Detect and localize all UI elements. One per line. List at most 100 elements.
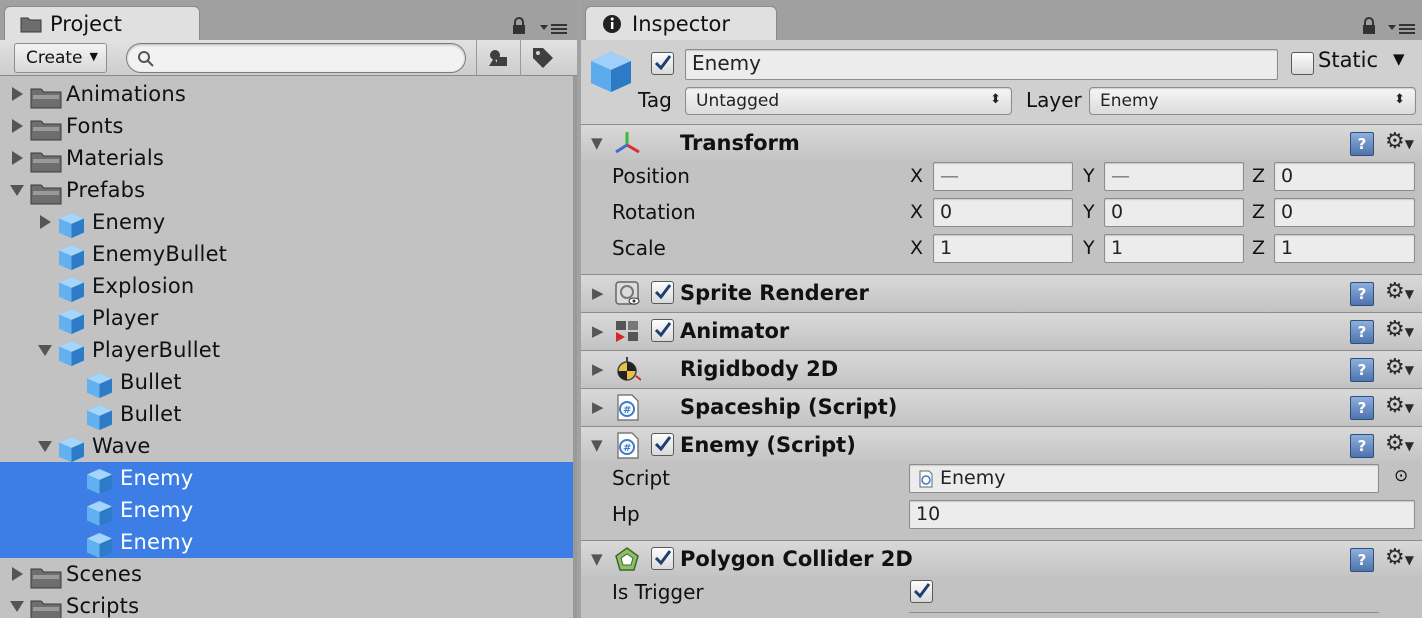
tree-item-explosion[interactable]: Explosion [0,270,573,302]
gear-icon[interactable]: ⚙▼ [1385,394,1414,420]
help-book-icon[interactable]: ? [1350,132,1374,156]
polygon-collider-enabled-checkbox[interactable] [651,547,674,570]
tree-item-label: Player [92,306,159,330]
tree-item-label: Animations [66,82,187,106]
tree-item-animations[interactable]: Animations [0,78,573,110]
help-book-icon[interactable]: ? [1350,434,1374,458]
expand-arrow-right-icon[interactable] [10,86,24,102]
script-object-field[interactable]: Enemy [909,464,1379,493]
expand-arrow-right-icon[interactable]: ▶ [592,275,604,311]
tree-item-fonts[interactable]: Fonts [0,110,573,142]
expand-arrow-right-icon[interactable]: ▶ [592,389,604,425]
create-button[interactable]: Create ▼ [14,43,107,73]
expand-arrow-right-icon[interactable]: ▶ [592,351,604,387]
tab-project[interactable]: Project [4,6,200,40]
animator-enabled-checkbox[interactable] [651,319,674,342]
tree-item-icon [58,240,85,272]
lock-icon[interactable] [1361,17,1377,35]
search-input[interactable] [126,43,466,73]
gear-icon[interactable]: ⚙▼ [1385,432,1414,458]
panel-menu-icon[interactable] [539,22,569,36]
tag-value: Untagged [696,91,780,111]
hp-input[interactable]: 10 [909,500,1415,529]
tree-item-player[interactable]: Player [0,302,573,334]
static-checkbox[interactable] [1291,52,1314,75]
help-book-icon[interactable]: ? [1350,396,1374,420]
transform-header[interactable]: ▼ Transform ? ⚙▼ [581,124,1422,160]
tag-icon [533,48,553,68]
active-checkbox[interactable] [651,52,674,75]
gear-icon[interactable]: ⚙▼ [1385,546,1414,572]
expand-arrow-right-icon[interactable] [10,118,24,134]
position-x-input[interactable]: — [933,162,1073,191]
sprite-renderer-enabled-checkbox[interactable] [651,281,674,304]
lock-icon[interactable] [511,17,527,35]
expand-arrow-right-icon[interactable] [38,214,52,230]
layer-dropdown[interactable]: Enemy ⬍ [1089,87,1416,115]
tag-dropdown[interactable]: Untagged ⬍ [685,87,1012,115]
rotation-x-input[interactable]: 0 [933,198,1073,227]
gear-icon[interactable]: ⚙▼ [1385,130,1414,156]
expand-arrow-down-icon[interactable]: ▼ [591,427,603,463]
gear-icon[interactable]: ⚙▼ [1385,356,1414,382]
gear-icon[interactable]: ⚙▼ [1385,280,1414,306]
scale-y-input[interactable]: 1 [1104,234,1244,263]
help-book-icon[interactable]: ? [1350,282,1374,306]
tree-item-enemy[interactable]: Enemy [0,526,573,558]
spaceship-script-header[interactable]: ▶ # Spaceship (Script) ? ⚙▼ [581,388,1422,424]
csharp-script-icon [919,470,933,488]
enemy-script-enabled-checkbox[interactable] [651,433,674,456]
position-y-input[interactable]: — [1104,162,1244,191]
expand-arrow-down-icon[interactable]: ▼ [591,541,603,577]
tree-item-wave[interactable]: Wave [0,430,573,462]
rotation-z-input[interactable]: 0 [1274,198,1415,227]
tree-item-icon [58,272,85,304]
tree-item-enemy[interactable]: Enemy [0,206,573,238]
rigidbody-header[interactable]: ▶ Rigidbody 2D ? ⚙▼ [581,350,1422,386]
tree-item-enemybullet[interactable]: EnemyBullet [0,238,573,270]
position-z-input[interactable]: 0 [1274,162,1415,191]
expand-arrow-right-icon[interactable] [10,566,24,582]
help-book-icon[interactable]: ? [1350,320,1374,344]
tree-item-enemy[interactable]: Enemy [0,494,573,526]
gear-icon[interactable]: ⚙▼ [1385,318,1414,344]
tree-item-enemy[interactable]: Enemy [0,462,573,494]
is-trigger-checkbox[interactable] [910,580,933,603]
polygon-collider-header[interactable]: ▼ Polygon Collider 2D ? ⚙▼ [581,540,1422,576]
expand-arrow-down-icon[interactable]: ▼ [591,125,603,161]
tree-item-scenes[interactable]: Scenes [0,558,573,590]
enemy-script-header[interactable]: ▼ # Enemy (Script) ? ⚙▼ [581,426,1422,462]
filter-by-label-button[interactable] [520,40,564,76]
expand-arrow-down-icon[interactable] [10,182,24,198]
panel-menu-icon[interactable] [1387,22,1417,36]
filter-by-type-button[interactable] [476,40,520,76]
expand-arrow-right-icon[interactable]: ▶ [592,313,604,349]
expand-arrow-right-icon[interactable] [10,150,24,166]
tree-item-playerbullet[interactable]: PlayerBullet [0,334,573,366]
tab-inspector[interactable]: Inspector [585,6,777,40]
tree-item-label: Explosion [92,274,195,298]
expand-arrow-down-icon[interactable] [38,438,52,454]
object-name-input[interactable]: Enemy [685,49,1278,80]
tree-item-materials[interactable]: Materials [0,142,573,174]
expand-arrow-down-icon[interactable] [10,598,24,614]
sprite-renderer-header[interactable]: ▶ Sprite Renderer ? ⚙▼ [581,274,1422,310]
expand-arrow-down-icon[interactable] [38,342,52,358]
help-book-icon[interactable]: ? [1350,548,1374,572]
rotation-y-input[interactable]: 0 [1104,198,1244,227]
tree-item-icon [58,304,85,336]
tree-item-bullet[interactable]: Bullet [0,398,573,430]
tree-item-prefabs[interactable]: Prefabs [0,174,573,206]
scale-x-input[interactable]: 1 [933,234,1073,263]
tree-item-bullet[interactable]: Bullet [0,366,573,398]
help-book-icon[interactable]: ? [1350,358,1374,382]
folder-icon [30,88,62,109]
object-picker-icon[interactable]: ⊙ [1394,466,1408,486]
static-dropdown-icon[interactable]: ▼ [1393,50,1405,68]
tree-item-scripts[interactable]: Scripts [0,590,573,618]
project-divider[interactable] [573,76,577,618]
shapes-icon [489,50,507,66]
animator-header[interactable]: ▶ Animator ? ⚙▼ [581,312,1422,348]
polygon-collider-title: Polygon Collider 2D [680,547,913,571]
scale-z-input[interactable]: 1 [1274,234,1415,263]
